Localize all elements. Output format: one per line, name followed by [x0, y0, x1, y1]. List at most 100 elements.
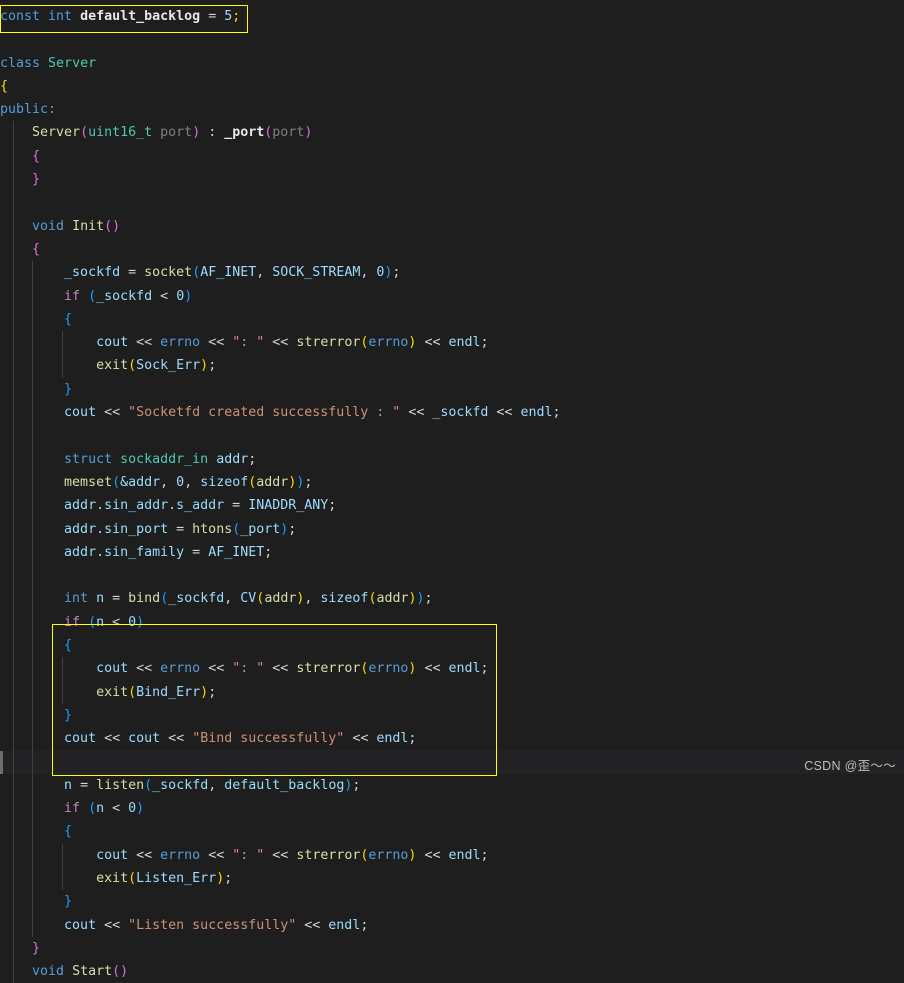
indent-guide — [13, 191, 14, 215]
token-stream-cout: cout — [64, 917, 97, 933]
token-brace-open-init: { — [32, 241, 41, 257]
code-line-42[interactable]: void Start() — [0, 960, 904, 983]
token-type-server: Server — [48, 55, 97, 71]
token-member-sin-addr-s-addr: addr.sin_addr.s_addr — [64, 498, 225, 514]
token-brace-close-if: } — [64, 707, 73, 723]
code-line-16[interactable]: exit(Sock_Err); — [0, 354, 904, 378]
code-line-40[interactable]: cout << "Listen successfully" << endl; — [0, 913, 904, 937]
indent-guide — [13, 168, 14, 192]
token-var-sockfd: _sockfd — [432, 405, 489, 421]
code-line-6[interactable]: Server(uint16_t port) : _port(port) — [0, 121, 904, 145]
token-brace-close-if: } — [64, 381, 73, 397]
token-string-colon: ": " — [232, 335, 265, 351]
code-line-32[interactable]: cout << cout << "Bind successfully" << e… — [0, 727, 904, 751]
token-semicolon: ; — [232, 9, 241, 24]
code-line-14[interactable]: { — [0, 307, 904, 332]
token-member-port: _port — [240, 521, 281, 537]
code-line-27[interactable]: if (n < 0) — [0, 610, 904, 635]
token-number-zero: 0 — [128, 614, 137, 630]
token-macro-errno: errno — [160, 847, 201, 863]
token-keyword-int: int — [64, 591, 89, 607]
token-member-sin-family: addr.sin_family — [64, 544, 185, 560]
code-line-37[interactable]: cout << errno << ": " << strerror(errno)… — [0, 843, 904, 867]
code-line-35[interactable]: if (n < 0) — [0, 797, 904, 821]
code-line-24[interactable]: addr.sin_family = AF_INET; — [0, 540, 904, 565]
code-line-17[interactable]: } — [0, 377, 904, 402]
token-var-sockfd: _sockfd — [64, 265, 121, 281]
code-editor-pane[interactable]: const int default_backlog = 5; class Ser… — [0, 0, 904, 983]
token-operator-sizeof: sizeof — [320, 591, 369, 607]
code-line-12[interactable]: _sockfd = socket(AF_INET, SOCK_STREAM, 0… — [0, 261, 904, 285]
code-line-15[interactable]: cout << errno << ": " << strerror(errno)… — [0, 331, 904, 355]
token-macro-errno: errno — [160, 661, 201, 677]
token-function-listen: listen — [96, 777, 145, 793]
text-cursor — [0, 750, 3, 774]
code-line-38[interactable]: exit(Listen_Err); — [0, 866, 904, 891]
token-macro-cv: CV — [240, 591, 257, 607]
code-line-11[interactable]: { — [0, 237, 904, 262]
token-arg-port: port — [272, 125, 305, 141]
token-stream-cout: cout — [64, 731, 97, 747]
code-line-36[interactable]: { — [0, 820, 904, 844]
token-keyword-public: public: — [0, 102, 57, 118]
token-const-af-inet: AF_INET — [208, 544, 265, 560]
token-stream-cout: cout — [96, 847, 129, 863]
token-const-af-inet: AF_INET — [200, 265, 257, 281]
token-macro-errno: errno — [160, 335, 201, 351]
code-line-9[interactable] — [0, 191, 904, 215]
token-var-sockfd: _sockfd — [96, 288, 153, 304]
code-line-5[interactable]: public: — [0, 98, 904, 121]
token-keyword-int: int — [48, 9, 73, 24]
token-function-strerror: strerror — [296, 335, 361, 351]
token-brace-open-if: { — [64, 638, 73, 654]
code-line-2[interactable] — [0, 28, 904, 51]
token-var-addr: addr — [376, 591, 409, 607]
token-function-bind: bind — [128, 591, 161, 607]
token-constructor-server: Server — [32, 125, 81, 141]
token-function-memset: memset — [64, 474, 113, 490]
token-macro-errno: errno — [368, 661, 409, 677]
code-line-22[interactable]: addr.sin_addr.s_addr = INADDR_ANY; — [0, 494, 904, 518]
token-var-n: n — [96, 801, 105, 817]
token-type-sockaddr-in: sockaddr_in — [120, 451, 209, 467]
code-line-3[interactable]: class Server — [0, 52, 904, 75]
token-function-start: Start — [72, 964, 113, 980]
code-line-33-current[interactable] — [0, 750, 904, 774]
token-enum-bind-err: Bind_Err — [136, 684, 201, 700]
token-const-default-backlog: default_backlog — [224, 777, 345, 793]
token-enum-sock-err: Sock_Err — [136, 358, 201, 374]
code-line-41[interactable]: } — [0, 936, 904, 961]
token-param-port: port — [160, 125, 193, 141]
code-line-26[interactable]: int n = bind(_sockfd, CV(addr), sizeof(a… — [0, 587, 904, 611]
code-line-8[interactable]: } — [0, 168, 904, 192]
code-line-4[interactable]: { — [0, 75, 904, 98]
code-line-34[interactable]: n = listen(_sockfd, default_backlog); — [0, 773, 904, 798]
token-stream-cout: cout — [96, 661, 129, 677]
code-line-30[interactable]: exit(Bind_Err); — [0, 680, 904, 704]
token-identifier-default-backlog: default_backlog — [80, 9, 201, 24]
token-keyword-const: const — [0, 9, 41, 24]
code-line-23[interactable]: addr.sin_port = htons(_port); — [0, 517, 904, 541]
code-line-10[interactable]: void Init() — [0, 214, 904, 238]
code-line-25[interactable] — [0, 564, 904, 588]
token-member-port: _port — [224, 125, 265, 141]
token-operator-assign: = — [208, 9, 217, 24]
code-line-1[interactable]: const int default_backlog = 5; — [0, 5, 904, 28]
code-line-21[interactable]: memset(&addr, 0, sizeof(addr)); — [0, 470, 904, 495]
code-line-13[interactable]: if (_sockfd < 0) — [0, 284, 904, 308]
code-line-31[interactable]: } — [0, 703, 904, 728]
code-line-28[interactable]: { — [0, 634, 904, 658]
code-line-29[interactable]: cout << errno << ": " << strerror(errno)… — [0, 657, 904, 681]
code-line-20[interactable]: struct sockaddr_in addr; — [0, 447, 904, 471]
token-const-inaddr-any: INADDR_ANY — [248, 498, 329, 514]
indent-guide — [13, 214, 14, 238]
code-line-7[interactable]: { — [0, 144, 904, 169]
token-string-colon: ": " — [232, 661, 265, 677]
code-line-19[interactable] — [0, 424, 904, 448]
indent-guide — [13, 237, 14, 262]
token-arg-addr-ref: &addr — [120, 474, 161, 490]
code-line-39[interactable]: } — [0, 890, 904, 914]
token-function-exit: exit — [96, 870, 129, 886]
code-line-18[interactable]: cout << "Socketfd created successfully :… — [0, 401, 904, 425]
token-type-uint16: uint16_t — [88, 125, 153, 141]
